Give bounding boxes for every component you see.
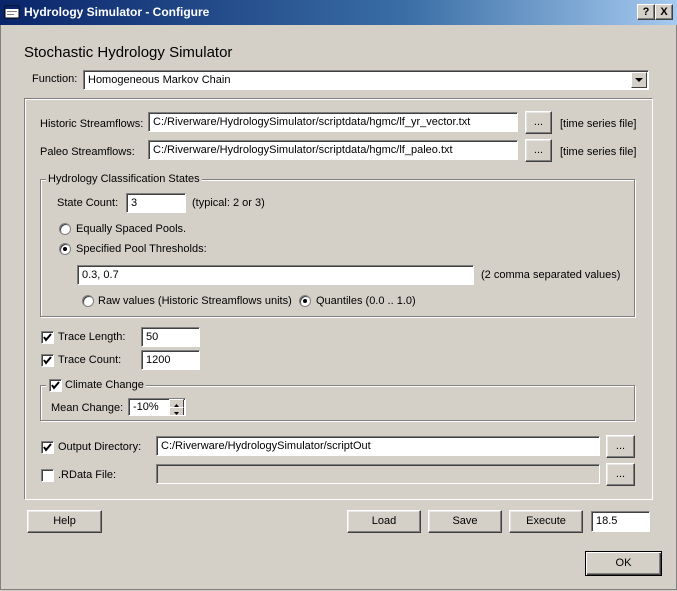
historic-hint: [time series file] — [560, 118, 637, 130]
trace-length-label: Trace Length: — [58, 331, 126, 343]
trace-length-input[interactable]: 50 — [141, 327, 200, 347]
mean-change-label: Mean Change: — [51, 402, 124, 414]
checkmark-icon — [43, 356, 52, 365]
function-select[interactable]: Homogeneous Markov Chain — [83, 70, 649, 90]
function-label: Function: — [32, 73, 78, 85]
mean-change-value: -10% — [133, 401, 159, 413]
trace-count-checkbox[interactable] — [41, 354, 54, 367]
function-dropdown-button[interactable] — [631, 72, 647, 88]
ok-button[interactable]: OK — [585, 551, 662, 576]
checkmark-icon — [43, 333, 52, 342]
rdata-browse-button[interactable]: ... — [606, 463, 635, 486]
execute-value-input[interactable]: 18.5 — [591, 511, 650, 532]
window-title: Hydrology Simulator - Configure — [24, 5, 210, 19]
output-dir-input[interactable]: C:/Riverware/HydrologySimulator/scriptOu… — [156, 436, 600, 456]
arrow-down-icon — [174, 412, 179, 415]
state-count-input[interactable]: 3 — [126, 193, 186, 213]
checkmark-icon — [43, 443, 52, 452]
classification-group-title: Hydrology Classification States — [46, 173, 202, 185]
rdata-label: .RData File: — [58, 469, 117, 481]
trace-count-label: Trace Count: — [58, 354, 122, 366]
radio-selected-dot — [303, 299, 307, 303]
paleo-browse-button[interactable]: ... — [525, 139, 552, 162]
historic-path-input[interactable]: C:/Riverware/HydrologySimulator/scriptda… — [148, 112, 518, 132]
specified-thresholds-radio[interactable] — [59, 243, 71, 255]
page-title: Stochastic Hydrology Simulator — [24, 44, 233, 61]
raw-values-label: Raw values (Historic Streamflows units) — [98, 295, 292, 307]
thresholds-hint: (2 comma separated values) — [481, 269, 621, 281]
close-button[interactable]: X — [655, 4, 673, 20]
spin-down-button[interactable] — [169, 407, 184, 415]
climate-change-label: Climate Change — [65, 379, 144, 391]
radio-selected-dot — [63, 247, 67, 251]
climate-change-checkbox[interactable] — [49, 379, 62, 392]
trace-count-input[interactable]: 1200 — [141, 350, 200, 370]
specified-thresholds-label: Specified Pool Thresholds: — [76, 243, 207, 255]
historic-label: Historic Streamflows: — [40, 118, 144, 130]
load-button[interactable]: Load — [347, 510, 421, 533]
equal-pools-label: Equally Spaced Pools. — [76, 223, 187, 235]
rdata-input[interactable] — [156, 464, 600, 484]
execute-button[interactable]: Execute — [509, 510, 583, 533]
mean-change-spinbox[interactable]: -10% — [128, 398, 186, 416]
output-dir-browse-button[interactable]: ... — [606, 435, 635, 458]
help-button[interactable]: Help — [27, 510, 102, 533]
thresholds-input[interactable]: 0.3, 0.7 — [77, 265, 474, 285]
paleo-hint: [time series file] — [560, 146, 637, 158]
chevron-down-icon — [635, 78, 643, 82]
paleo-label: Paleo Streamflows: — [40, 146, 135, 158]
rdata-checkbox[interactable] — [41, 469, 54, 482]
app-icon — [4, 5, 20, 19]
paleo-path-input[interactable]: C:/Riverware/HydrologySimulator/scriptda… — [148, 140, 518, 160]
checkmark-icon — [51, 381, 60, 390]
historic-browse-button[interactable]: ... — [525, 111, 552, 134]
equal-pools-radio[interactable] — [59, 223, 71, 235]
quantiles-label: Quantiles (0.0 .. 1.0) — [316, 295, 416, 307]
state-count-label: State Count: — [57, 197, 119, 209]
trace-length-checkbox[interactable] — [41, 331, 54, 344]
output-dir-checkbox[interactable] — [41, 441, 54, 454]
help-title-button[interactable]: ? — [637, 4, 655, 20]
state-count-hint: (typical: 2 or 3) — [192, 197, 265, 209]
quantiles-radio[interactable] — [299, 295, 311, 307]
output-dir-label: Output Directory: — [58, 441, 142, 453]
function-selected-value: Homogeneous Markov Chain — [88, 74, 231, 86]
raw-values-radio[interactable] — [82, 295, 94, 307]
save-button[interactable]: Save — [428, 510, 502, 533]
